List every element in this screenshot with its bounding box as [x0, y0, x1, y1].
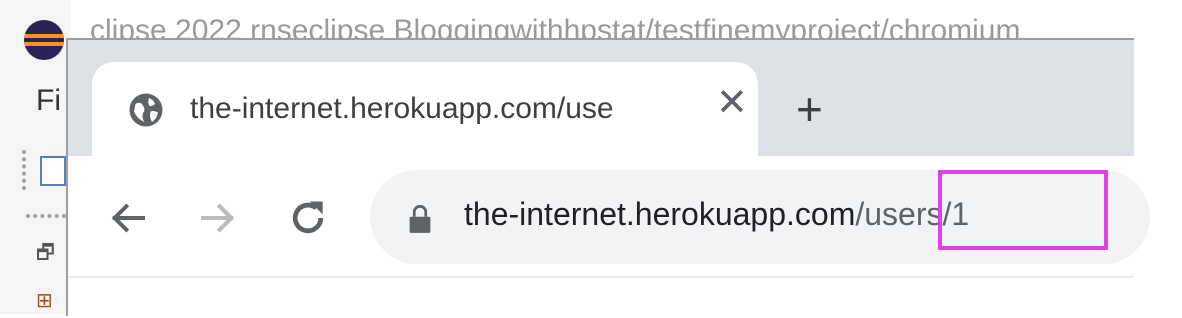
reload-icon[interactable] [286, 196, 330, 240]
tab-title: the-internet.herokuapp.com/use [190, 92, 614, 125]
lock-icon[interactable] [406, 204, 434, 234]
page-content [68, 278, 1134, 318]
arrow-right-icon[interactable] [196, 198, 240, 238]
ide-window-sidebar: Fi 🗗 ⊞ [0, 0, 70, 314]
ide-window-icon[interactable] [40, 156, 66, 186]
close-tab-icon[interactable]: ✕ [716, 84, 748, 122]
tab-title-fade [604, 86, 676, 132]
ide-menu-file[interactable]: Fi [36, 84, 61, 118]
toolbar-grip-icon [22, 150, 30, 190]
ide-restore-icon[interactable]: 🗗 [36, 238, 55, 272]
eclipse-logo-icon [24, 20, 64, 60]
new-tab-button[interactable]: + [796, 86, 823, 132]
browser-tab[interactable]: the-internet.herokuapp.com/use ✕ [92, 62, 758, 156]
address-url[interactable]: the-internet.herokuapp.com/users/1 [464, 196, 969, 233]
url-domain: the-internet.herokuapp.com [464, 196, 856, 232]
globe-icon [129, 93, 163, 127]
url-path-highlight [938, 170, 1108, 250]
ide-hierarchy-icon[interactable]: ⊞ [36, 288, 53, 313]
toolbar-separator [26, 214, 66, 218]
arrow-left-icon[interactable] [106, 198, 150, 238]
